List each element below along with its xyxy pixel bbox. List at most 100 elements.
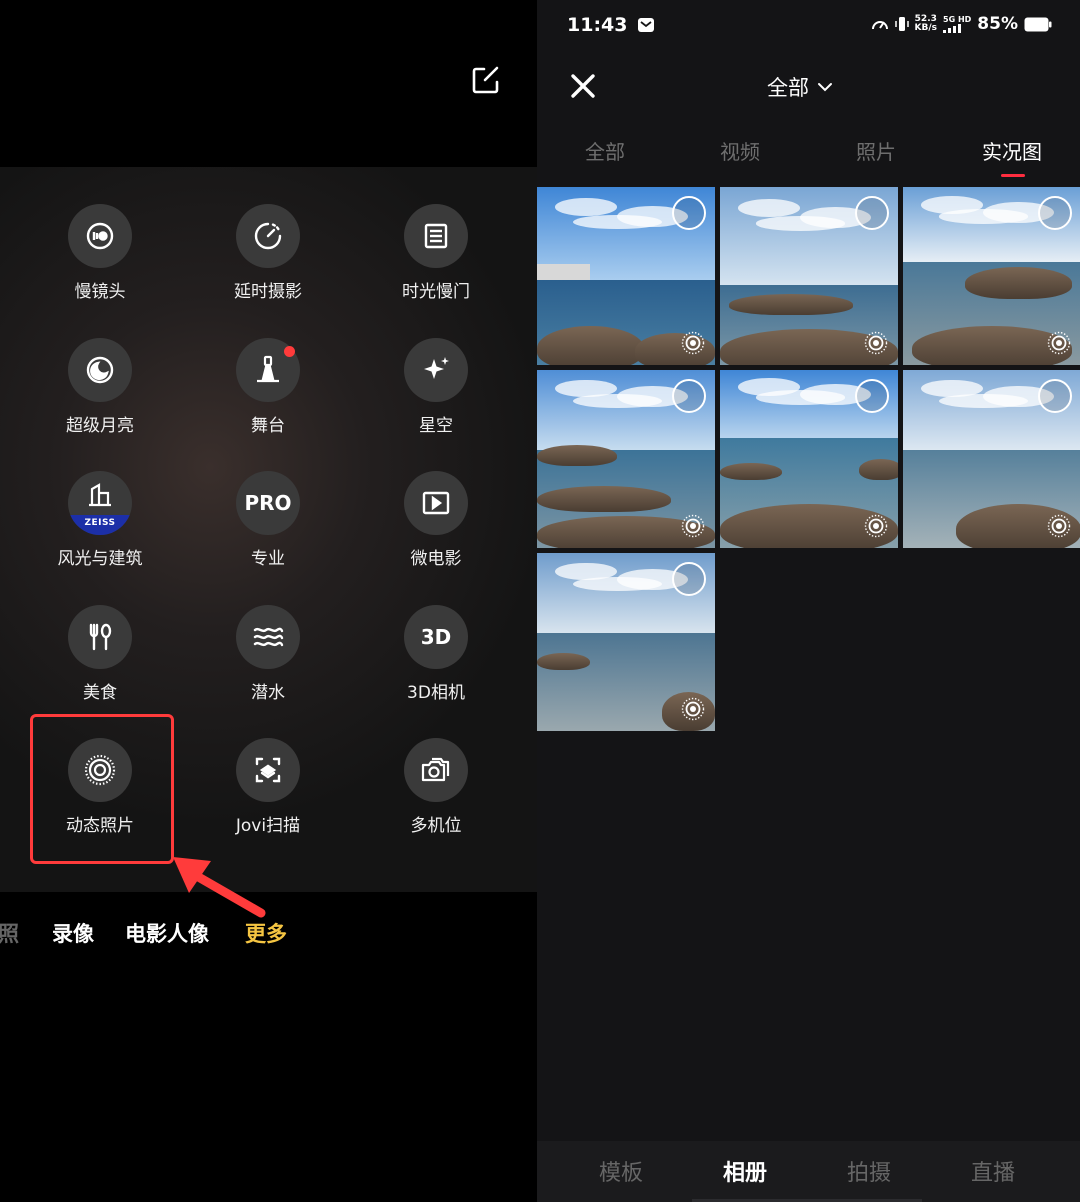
select-checkbox[interactable]: [855, 196, 889, 230]
mode-label: 美食: [83, 683, 117, 703]
multi-camera-icon: [404, 738, 468, 802]
select-checkbox[interactable]: [855, 379, 889, 413]
mode-label: 星空: [419, 416, 453, 436]
nav-item-live[interactable]: 直播: [971, 1155, 1015, 1187]
mode-label: 潜水: [251, 683, 285, 703]
status-indicators: 52.3 KB/s 5G HD 85%: [871, 14, 1052, 34]
photo-city-skyline: [537, 263, 591, 280]
mode-label: 多机位: [410, 816, 462, 836]
mode-underwater[interactable]: 潜水: [193, 605, 343, 715]
photo-thumbnail[interactable]: [720, 187, 898, 365]
jovi-scan-icon: [236, 738, 300, 802]
mode-label: 时光慢门: [402, 282, 470, 302]
live-photo-badge-icon: [1047, 331, 1071, 355]
network-speed: 52.3 KB/s: [915, 15, 937, 33]
nav-item-shoot[interactable]: 拍摄: [847, 1155, 891, 1187]
edit-icon[interactable]: [470, 64, 502, 96]
photo-thumbnail[interactable]: [903, 187, 1080, 365]
mode-multi-camera[interactable]: 多机位: [361, 738, 511, 848]
photo-rock: [720, 462, 783, 481]
select-checkbox[interactable]: [672, 379, 706, 413]
live-photo-badge-icon: [681, 331, 705, 355]
micro-movie-icon: [404, 471, 468, 535]
photo-thumbnail[interactable]: [537, 187, 715, 365]
tab-all[interactable]: 全部: [585, 136, 625, 165]
red-arrow-annotation: [173, 857, 266, 918]
mode-slow-shutter[interactable]: 时光慢门: [361, 204, 511, 314]
photo-rock: [858, 459, 898, 481]
mode-label: 3D相机: [407, 683, 465, 703]
message-notification-icon: [638, 18, 655, 32]
mode-label: 慢镜头: [74, 282, 126, 302]
active-tab-indicator: [1001, 174, 1025, 177]
mode-food[interactable]: 美食: [25, 605, 175, 715]
battery-percentage: 85%: [977, 14, 1018, 34]
mode-jovi-scan[interactable]: Jovi扫描: [193, 738, 343, 848]
photo-rock: [537, 485, 671, 513]
slow-motion-icon: [68, 204, 132, 268]
close-icon[interactable]: [569, 72, 597, 100]
album-selector[interactable]: 全部: [767, 72, 833, 102]
food-utensils-icon: [68, 605, 132, 669]
mode-bar-item-photo-partial[interactable]: 照: [0, 918, 19, 948]
signal-indicator: 5G HD: [943, 14, 972, 33]
signal-bars-icon: [943, 23, 962, 33]
photo-thumbnail[interactable]: [903, 370, 1080, 548]
mode-stage[interactable]: 舞台: [193, 338, 343, 448]
photo-thumbnail[interactable]: [537, 553, 715, 731]
signal-label: 5G HD: [943, 14, 972, 24]
speedometer-icon: [871, 21, 888, 30]
starry-sky-icon: [404, 338, 468, 402]
nav-item-album[interactable]: 相册: [723, 1155, 767, 1187]
photo-cloud: [938, 209, 1028, 224]
media-type-tabs: 全部 视频 照片 实况图: [537, 130, 1080, 180]
mode-supermoon[interactable]: 超级月亮: [25, 338, 175, 448]
photo-cloud: [737, 198, 801, 217]
bottom-nav: 模板 相册 拍摄 直播: [537, 1141, 1080, 1202]
pro-icon: PRO: [236, 471, 300, 535]
mode-label: 超级月亮: [66, 416, 134, 436]
timelapse-icon: [236, 204, 300, 268]
select-checkbox[interactable]: [1038, 196, 1072, 230]
tab-video[interactable]: 视频: [720, 136, 760, 165]
live-photo-badge-icon: [1047, 514, 1071, 538]
mode-label: 专业: [251, 549, 285, 569]
select-checkbox[interactable]: [1038, 379, 1072, 413]
photo-thumbnail[interactable]: [537, 370, 715, 548]
mode-3d-camera[interactable]: 3D 3D相机: [361, 605, 511, 715]
photo-rock: [537, 652, 591, 671]
mode-label: 舞台: [251, 416, 285, 436]
live-photo-badge-icon: [681, 697, 705, 721]
tab-live-photo[interactable]: 实况图: [982, 136, 1042, 165]
photo-cloud: [755, 390, 845, 405]
photo-thumbnail[interactable]: [720, 370, 898, 548]
mode-bar-item-more[interactable]: 更多: [245, 918, 287, 948]
3d-icon: 3D: [404, 605, 468, 669]
mode-label: 延时摄影: [234, 282, 302, 302]
photo-rock: [537, 444, 618, 467]
mode-timelapse[interactable]: 延时摄影: [193, 204, 343, 314]
mode-pro[interactable]: PRO 专业: [193, 471, 343, 581]
slow-shutter-icon: [404, 204, 468, 268]
status-time-text: 11:43: [567, 14, 628, 36]
mode-label: 微电影: [410, 549, 462, 569]
album-selector-label: 全部: [767, 76, 809, 100]
mode-starry-sky[interactable]: 星空: [361, 338, 511, 448]
live-photo-badge-icon: [864, 514, 888, 538]
mode-bar-item-cinematic-portrait[interactable]: 电影人像: [125, 918, 209, 948]
battery-icon: [1024, 17, 1052, 31]
nav-item-templates[interactable]: 模板: [599, 1155, 643, 1187]
select-checkbox[interactable]: [672, 196, 706, 230]
mode-slow-motion[interactable]: 慢镜头: [25, 204, 175, 314]
select-checkbox[interactable]: [672, 562, 706, 596]
camera-mode-bar: 照 录像 电影人像 更多: [0, 918, 537, 954]
chevron-down-icon: [818, 83, 832, 92]
mode-bar-item-video[interactable]: 录像: [52, 918, 94, 948]
tab-photo[interactable]: 照片: [856, 136, 896, 165]
mode-micro-movie[interactable]: 微电影: [361, 471, 511, 581]
mode-label: Jovi扫描: [235, 816, 301, 836]
network-speed-unit: KB/s: [914, 23, 938, 33]
photo-cloud: [554, 198, 618, 216]
mode-label: 风光与建筑: [57, 549, 143, 569]
mode-landscape-architecture[interactable]: ZEISS 风光与建筑: [25, 471, 175, 581]
